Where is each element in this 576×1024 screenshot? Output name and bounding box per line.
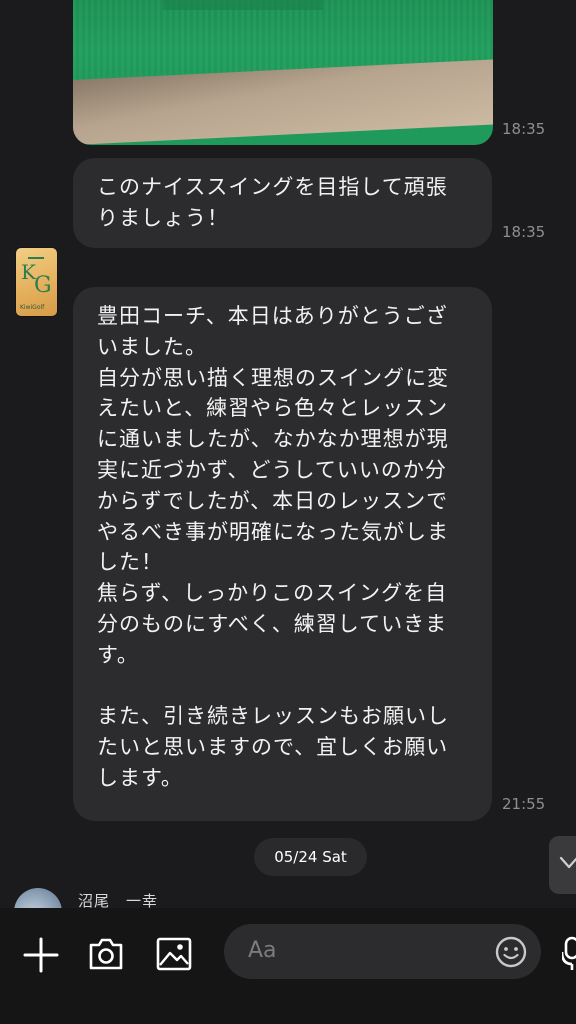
emoji-button[interactable] bbox=[494, 935, 528, 973]
photo-mat bbox=[163, 0, 323, 10]
microphone-icon bbox=[560, 936, 576, 970]
date-divider: 05/24 Sat bbox=[254, 838, 367, 876]
next-sender-name: 沼尾 一幸 bbox=[78, 892, 159, 908]
chat-area[interactable]: 18:35 このナイススイングを目指して頑張りましょう！ 18:35 K G K… bbox=[0, 0, 576, 908]
gallery-button[interactable] bbox=[155, 936, 193, 976]
camera-button[interactable] bbox=[87, 936, 125, 976]
message-composer-bar: Aa bbox=[0, 908, 576, 1024]
message-bubble[interactable]: 豊田コーチ、本日はありがとうございました。 自分が思い描く理想のスイングに変えた… bbox=[73, 287, 492, 821]
chevron-down-icon bbox=[559, 856, 576, 869]
message-bubble[interactable]: このナイススイングを目指して頑張りましょう！ bbox=[73, 158, 492, 248]
crown-icon bbox=[28, 251, 44, 259]
camera-icon bbox=[89, 938, 123, 970]
message-timestamp: 18:35 bbox=[502, 223, 546, 241]
avatar-initial-g: G bbox=[34, 273, 52, 298]
message-input[interactable]: Aa bbox=[224, 924, 541, 979]
avatar-brand: KiwiGolf bbox=[20, 304, 45, 311]
sender-avatar[interactable]: K G KiwiGolf bbox=[16, 248, 57, 316]
next-sender-avatar[interactable] bbox=[14, 888, 62, 908]
scroll-down-button[interactable] bbox=[549, 836, 576, 894]
image-timestamp: 18:35 bbox=[502, 120, 546, 138]
emoji-icon bbox=[495, 936, 527, 968]
add-button[interactable] bbox=[22, 936, 60, 978]
plus-icon bbox=[23, 937, 59, 973]
voice-button[interactable] bbox=[560, 936, 576, 976]
image-icon bbox=[156, 937, 192, 971]
message-timestamp: 21:55 bbox=[502, 795, 546, 813]
message-input-placeholder: Aa bbox=[248, 938, 277, 963]
image-message[interactable] bbox=[73, 0, 493, 145]
